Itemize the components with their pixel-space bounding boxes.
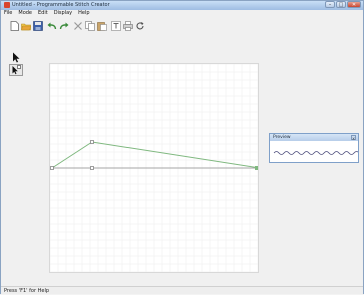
preview-close-button[interactable]: x [351, 135, 356, 141]
refresh-icon[interactable] [135, 21, 145, 31]
menu-help[interactable]: Help [75, 10, 92, 17]
window-title: Untitled - Programmable Stitch Creator [12, 2, 110, 8]
title-bar[interactable]: Untitled - Programmable Stitch Creator –… [1, 1, 363, 10]
stitch-grid[interactable] [49, 63, 261, 273]
print-icon[interactable] [123, 21, 133, 31]
menu-mode[interactable]: Mode [15, 10, 35, 17]
stitch-node[interactable] [50, 166, 54, 170]
close-button[interactable]: ✕ [347, 1, 361, 8]
save-icon[interactable] [33, 21, 43, 31]
preview-header[interactable]: Preview x [270, 134, 358, 141]
undo-icon[interactable] [47, 21, 57, 31]
open-folder-icon[interactable] [21, 21, 31, 31]
app-icon [4, 2, 10, 8]
toolbar [1, 18, 363, 34]
copy-icon[interactable] [85, 21, 95, 31]
preview-panel[interactable]: Preview x [269, 133, 364, 163]
app-window: Untitled - Programmable Stitch Creator –… [0, 0, 364, 294]
menu-display[interactable]: Display [51, 10, 75, 17]
node-edit-icon[interactable] [9, 64, 23, 76]
stitch-canvas[interactable] [49, 63, 261, 273]
new-file-icon[interactable] [9, 21, 19, 31]
status-bar: Press 'F1' for Help [1, 286, 363, 294]
menu-file[interactable]: File [1, 10, 15, 17]
tool-palette [9, 51, 25, 77]
window-controls: – □ ✕ [324, 1, 361, 9]
preview-wave-path [273, 151, 364, 155]
paste-icon[interactable] [97, 21, 107, 31]
text-icon[interactable] [111, 21, 121, 31]
preview-title: Preview [273, 135, 291, 140]
menu-bar: File Mode Edit Display Help [1, 10, 363, 17]
stitch-end-node[interactable] [255, 166, 259, 170]
minimize-button[interactable]: – [325, 1, 335, 8]
menu-edit[interactable]: Edit [35, 10, 51, 17]
stitch-node[interactable] [90, 140, 94, 144]
maximize-button[interactable]: □ [336, 1, 346, 8]
stitch-node[interactable] [90, 166, 94, 170]
delete-icon[interactable] [73, 21, 83, 31]
pointer-arrow-icon[interactable] [9, 51, 23, 63]
stitch-path[interactable] [51, 141, 261, 169]
preview-stitch-wave [273, 151, 364, 155]
redo-icon[interactable] [59, 21, 69, 31]
